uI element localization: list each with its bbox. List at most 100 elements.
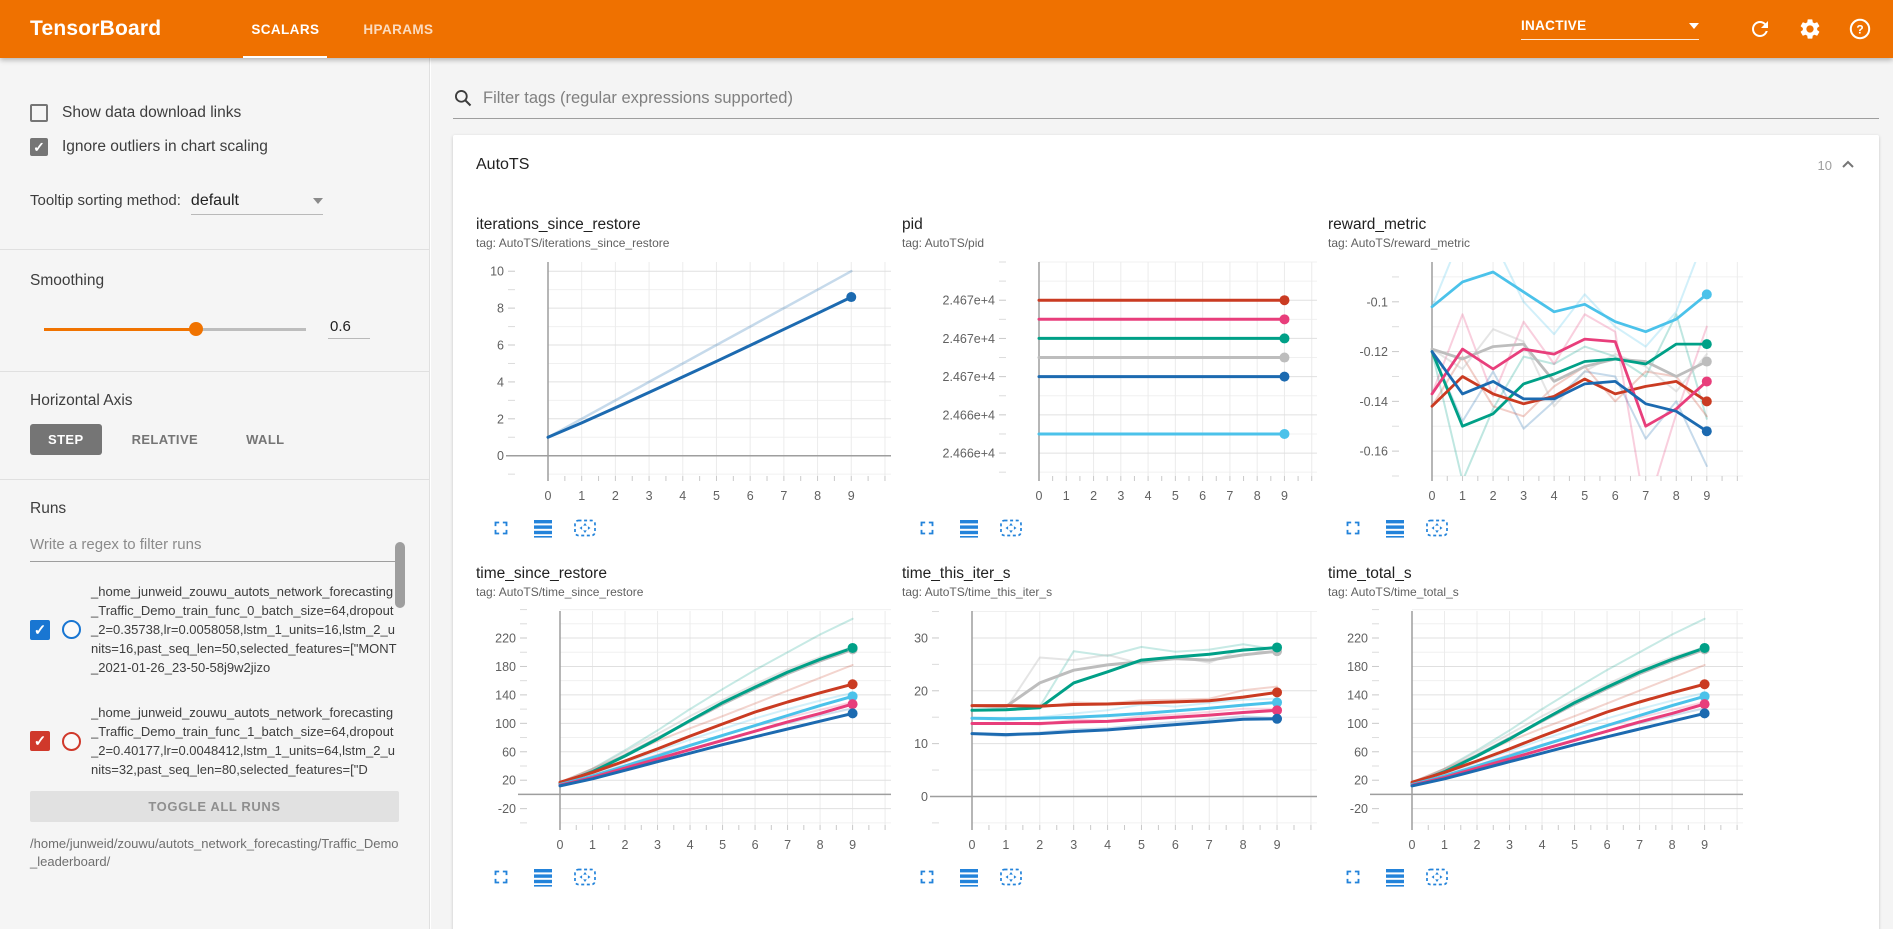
series-endpoint-dot (1702, 289, 1712, 299)
help-icon: ? (1848, 17, 1872, 41)
chart-card-time-total: time_total_s tag: AutoTS/time_total_s 22… (1328, 565, 1748, 890)
svg-text:3: 3 (1117, 489, 1124, 503)
log-y-axis-button[interactable] (956, 515, 982, 541)
tab-hparams-label: HPARAMS (363, 22, 433, 37)
svg-text:2: 2 (1090, 489, 1097, 503)
chart-tag: tag: AutoTS/time_since_restore (476, 585, 896, 599)
divider (0, 371, 429, 372)
chevron-up-icon[interactable] (1840, 157, 1856, 173)
tag-filter-row (453, 88, 1879, 119)
expand-chart-button[interactable] (914, 864, 940, 890)
svg-text:7: 7 (1226, 489, 1233, 503)
tab-scalars[interactable]: SCALARS (229, 0, 341, 58)
axis-relative-button[interactable]: RELATIVE (114, 424, 217, 455)
fit-domain-button[interactable] (1424, 864, 1450, 890)
log-y-axis-button[interactable] (530, 864, 556, 890)
smoothing-value[interactable]: 0.6 (328, 318, 370, 339)
run-checkbox[interactable]: ✓ (30, 620, 50, 640)
fullscreen-icon (916, 517, 938, 539)
svg-text:1: 1 (578, 489, 585, 503)
svg-text:180: 180 (1347, 660, 1368, 674)
series-endpoint-dot (848, 643, 858, 653)
chevron-down-icon (313, 198, 323, 204)
horizontal-lines-icon (1384, 866, 1406, 888)
run-checkbox[interactable]: ✓ (30, 731, 50, 751)
svg-text:1: 1 (1063, 489, 1070, 503)
log-y-axis-button[interactable] (1382, 864, 1408, 890)
fit-domain-button[interactable] (1424, 515, 1450, 541)
expand-chart-button[interactable] (914, 515, 940, 541)
chart-tag: tag: AutoTS/iterations_since_restore (476, 236, 896, 250)
settings-button[interactable] (1797, 16, 1823, 42)
svg-text:5: 5 (1138, 838, 1145, 852)
runs-scrollbar-thumb[interactable] (395, 542, 405, 608)
expand-chart-button[interactable] (1340, 864, 1366, 890)
svg-text:4: 4 (679, 489, 686, 503)
show-download-links-checkbox[interactable]: ✓ (30, 104, 48, 122)
log-y-axis-button[interactable] (956, 864, 982, 890)
svg-text:4: 4 (1145, 489, 1152, 503)
show-download-links-row[interactable]: ✓ Show data download links (30, 104, 399, 122)
status-dropdown[interactable]: INACTIVE (1521, 18, 1699, 40)
fit-domain-button[interactable] (572, 864, 598, 890)
expand-chart-button[interactable] (488, 515, 514, 541)
chart-title: time_since_restore (476, 565, 896, 583)
help-button[interactable]: ? (1847, 16, 1873, 42)
run-name: _home_junweid_zouwu_autots_network_forec… (91, 582, 399, 677)
tensorboard-app: TensorBoard SCALARS HPARAMS INACTIVE (0, 0, 1893, 929)
series-endpoint-dot (1702, 339, 1712, 349)
series-endpoint-dot (848, 679, 858, 689)
horizontal-axis-label: Horizontal Axis (30, 392, 399, 410)
svg-text:6: 6 (1199, 489, 1206, 503)
svg-text:180: 180 (495, 660, 516, 674)
refresh-button[interactable] (1747, 16, 1773, 42)
svg-text:20: 20 (1354, 774, 1368, 788)
svg-text:5: 5 (713, 489, 720, 503)
main-content: AutoTS 10 iterations_since_restore tag: … (431, 58, 1893, 929)
tab-scalars-label: SCALARS (251, 22, 319, 37)
svg-text:60: 60 (502, 745, 516, 759)
tooltip-sorting-value: default (191, 192, 239, 210)
series-line-run-blue-raw (548, 271, 851, 437)
run-radio[interactable] (62, 620, 81, 639)
fit-domain-button[interactable] (998, 864, 1024, 890)
axis-step-button[interactable]: STEP (30, 424, 102, 455)
svg-text:-20: -20 (1350, 802, 1368, 816)
svg-text:6: 6 (1172, 838, 1179, 852)
expand-chart-button[interactable] (1340, 515, 1366, 541)
series-line-run-teal-raw (560, 619, 853, 784)
svg-text:0: 0 (1409, 838, 1416, 852)
fit-domain-button[interactable] (998, 515, 1024, 541)
run-radio[interactable] (62, 732, 81, 751)
svg-text:9: 9 (1701, 838, 1708, 852)
axis-wall-button[interactable]: WALL (228, 424, 302, 455)
log-y-axis-button[interactable] (1382, 515, 1408, 541)
app-title: TensorBoard (30, 17, 161, 41)
series-endpoint-dot (1279, 314, 1289, 324)
svg-text:4: 4 (1104, 838, 1111, 852)
svg-text:1: 1 (1459, 489, 1466, 503)
expand-chart-button[interactable] (488, 864, 514, 890)
smoothing-slider[interactable] (44, 322, 306, 336)
svg-text:4: 4 (1539, 838, 1546, 852)
series-endpoint-dot (1279, 429, 1289, 439)
settings-sidebar: ✓ Show data download links ✓ Ignore outl… (0, 58, 430, 929)
chart-title: reward_metric (1328, 216, 1748, 234)
ignore-outliers-row[interactable]: ✓ Ignore outliers in chart scaling (30, 138, 399, 156)
chart-card-reward-metric: reward_metric tag: AutoTS/reward_metric … (1328, 216, 1748, 541)
svg-text:4: 4 (497, 375, 504, 389)
svg-text:8: 8 (817, 838, 824, 852)
smoothing-slider-thumb[interactable] (189, 322, 203, 336)
section-header[interactable]: AutoTS 10 (476, 135, 1856, 174)
log-y-axis-button[interactable] (530, 515, 556, 541)
tooltip-sorting-select[interactable]: default (191, 192, 323, 215)
tab-hparams[interactable]: HPARAMS (341, 0, 455, 58)
toggle-all-runs-button[interactable]: TOGGLE ALL RUNS (30, 791, 399, 822)
ignore-outliers-checkbox[interactable]: ✓ (30, 138, 48, 156)
tag-filter-input[interactable] (483, 89, 1879, 108)
svg-text:100: 100 (495, 717, 516, 731)
runs-filter-input[interactable] (30, 532, 399, 562)
svg-text:9: 9 (848, 489, 855, 503)
svg-text:2.466e+4: 2.466e+4 (943, 447, 996, 461)
fit-domain-button[interactable] (572, 515, 598, 541)
